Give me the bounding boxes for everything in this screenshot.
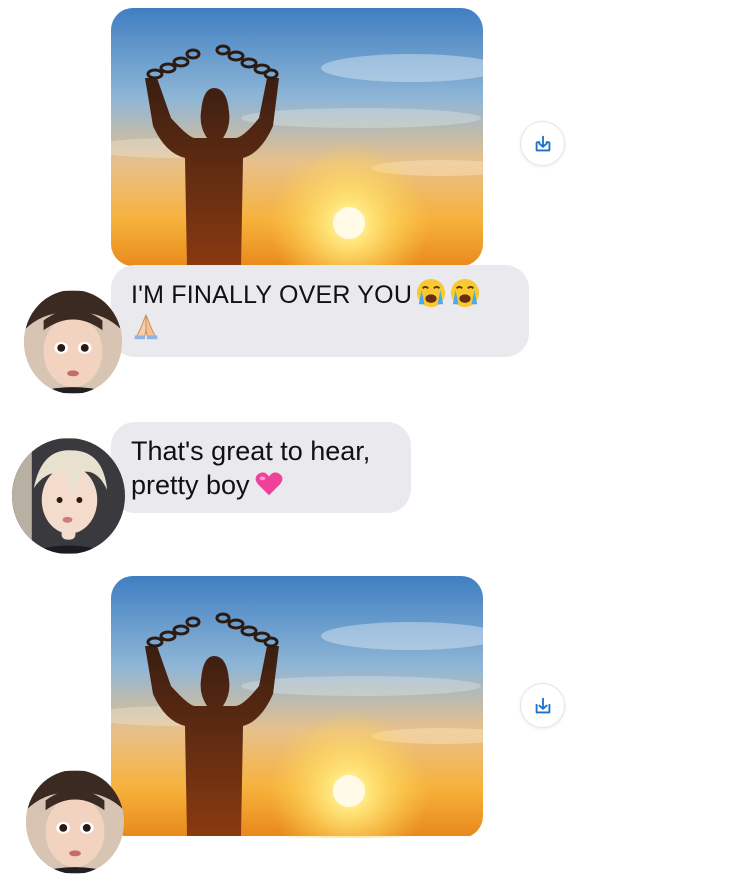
pink-heart-emoji (254, 469, 284, 499)
avatar[interactable] (26, 770, 124, 874)
shared-photo[interactable] (111, 576, 483, 838)
avatar-photo-icon (24, 291, 122, 393)
broken-chains-photo-icon (111, 8, 483, 266)
download-icon (535, 135, 550, 151)
message-text: pretty boy (131, 470, 250, 500)
loudly-crying-face-emoji (416, 278, 446, 308)
message-text: That's great to hear, (131, 436, 371, 466)
download-icon (535, 697, 550, 713)
folded-hands-emoji (131, 312, 161, 342)
message-bubble-received[interactable]: That's great to hear, pretty boy (111, 422, 411, 513)
shared-photo[interactable] (111, 8, 483, 266)
loudly-crying-face-emoji (450, 278, 480, 308)
message-bubble-received[interactable]: I'M FINALLY OVER YOU (111, 265, 529, 357)
message-text: I'M FINALLY OVER YOU (131, 281, 413, 309)
broken-chains-photo-icon (111, 576, 483, 838)
save-photo-button[interactable] (520, 683, 565, 728)
avatar-photo-icon (12, 438, 125, 554)
avatar[interactable] (24, 290, 122, 394)
avatar-photo-icon (26, 771, 124, 873)
avatar[interactable] (12, 438, 125, 554)
save-photo-button[interactable] (520, 121, 565, 166)
